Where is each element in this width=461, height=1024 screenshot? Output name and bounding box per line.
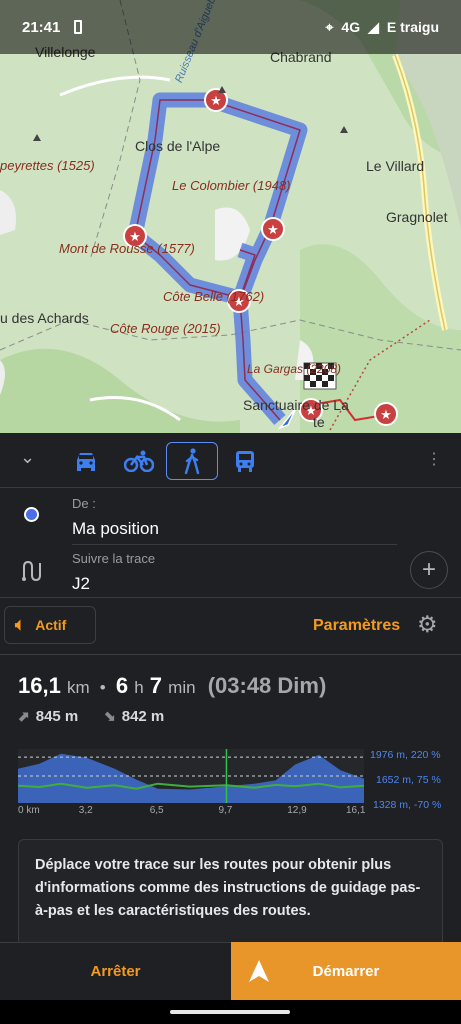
map-label: Clos de l'Alpe (135, 138, 221, 154)
arrival-time: (03:48 Dim) (207, 673, 327, 698)
mode-car-button[interactable] (60, 442, 112, 480)
chart-x-tick: 6,5 (149, 805, 164, 816)
map-label: Côte Rouge (2015) (110, 321, 221, 336)
home-indicator[interactable] (170, 1010, 290, 1014)
start-button-label: Démarrer (312, 962, 380, 980)
chart-x-tick: 12,9 (287, 805, 307, 816)
start-button[interactable]: Démarrer (231, 942, 461, 1000)
mode-bus-button[interactable] (219, 442, 271, 480)
from-label: De : (72, 496, 96, 511)
sound-toggle-button[interactable]: 🔈︎ Actif (4, 606, 96, 644)
chart-min-label: 1328 m, -70 % (373, 799, 442, 811)
from-value[interactable]: Ma position (72, 519, 159, 539)
stop-button-label: Arrêter (90, 963, 141, 980)
descent-icon: ⬊ (104, 708, 116, 724)
system-nav-bar (0, 1000, 461, 1024)
minutes-unit: min (168, 678, 196, 697)
ascent-value: 845 m (35, 708, 79, 725)
status-text: E traigu (386, 19, 439, 35)
settings-button[interactable]: Paramètres (313, 617, 400, 635)
mode-bar: ⌄ ⋮ (0, 433, 461, 487)
mode-walk-button[interactable] (166, 442, 218, 480)
action-bar: Arrêter Démarrer (0, 942, 461, 1000)
sound-toggle-label: Actif (35, 617, 67, 633)
chart-x-tick: 3,2 (78, 805, 93, 816)
duration-hours: 6 (115, 673, 129, 698)
mode-bike-button[interactable] (113, 442, 165, 480)
location-icon: ⌖ (325, 18, 334, 35)
hours-unit: h (134, 678, 144, 697)
descent-value: 842 m (121, 708, 165, 725)
pedestrian-icon (184, 448, 200, 474)
gear-icon[interactable]: ⚙ (417, 611, 438, 638)
map-label: La Gargas (2208) (247, 362, 342, 376)
chart-max-label: 1976 m, 220 % (370, 749, 441, 761)
map-label: Côte Belle (1762) (163, 289, 265, 304)
elevation-chart[interactable] (18, 749, 364, 803)
bus-icon (236, 451, 254, 472)
map-view[interactable]: ★★★ ★★★ Villelonge Chabrand Ruisseau d'A… (0, 0, 461, 433)
info-text: Déplace votre trace sur les routes pour … (35, 857, 421, 919)
plus-icon: + (421, 556, 436, 583)
route-summary: 16,1 km • 6 h 7 min (03:48 Dim) (18, 673, 327, 698)
battery-saver-icon (74, 20, 83, 34)
map-label: Le Colombier (1948) (172, 178, 291, 193)
track-route-icon (22, 560, 41, 582)
more-options-icon[interactable]: ⋮ (426, 449, 442, 469)
chart-x-tick: 0 km (18, 805, 40, 816)
distance-unit: km (66, 678, 90, 697)
start-point-icon (24, 507, 39, 522)
status-time: 21:41 (22, 18, 61, 36)
follow-track-value[interactable]: J2 (72, 574, 90, 594)
bicycle-icon (124, 450, 154, 472)
distance-value: 16,1 (18, 673, 61, 698)
svg-text:★: ★ (267, 223, 279, 238)
stop-button[interactable]: Arrêter (0, 942, 231, 1000)
follow-track-label: Suivre la trace (72, 551, 156, 566)
network-type: 4G (341, 19, 361, 35)
signal-icon: ◢ (368, 18, 379, 35)
chart-x-tick: 16,1 (346, 805, 366, 816)
duration-minutes: 7 (149, 673, 163, 698)
add-waypoint-button[interactable]: + (410, 551, 448, 589)
svg-text:★: ★ (210, 94, 222, 109)
ascent-icon: ⬈ (18, 708, 30, 724)
status-bar: 21:41 ⌖ 4G ◢ E traigu (0, 0, 461, 54)
route-panel: ⌄ ⋮ De: Ma position Suivre la trace J2 … (0, 433, 461, 1024)
map-label: Gragnolet (386, 209, 448, 225)
map-label: te (313, 414, 325, 430)
car-icon (77, 453, 95, 471)
descent: ⬊ 842 m (104, 708, 164, 725)
map-label: Le Villard (366, 158, 425, 174)
collapse-chevron-icon[interactable]: ⌄ (20, 447, 35, 468)
chart-mid-label: 1652 m, 75 % (376, 774, 441, 786)
map-label: Sanctuaire de La (243, 397, 349, 413)
ascent: ⬈ 845 m (18, 708, 78, 725)
svg-text:★: ★ (380, 408, 392, 423)
map-label: peyrettes (1525) (0, 158, 95, 173)
navigation-arrow-icon (249, 960, 269, 982)
chart-x-tick: 9,7 (218, 805, 233, 816)
map-label: Mont de Rousse (1577) (59, 241, 195, 256)
map-label: u des Achards (0, 310, 89, 326)
speaker-icon: 🔈︎ (15, 615, 26, 634)
